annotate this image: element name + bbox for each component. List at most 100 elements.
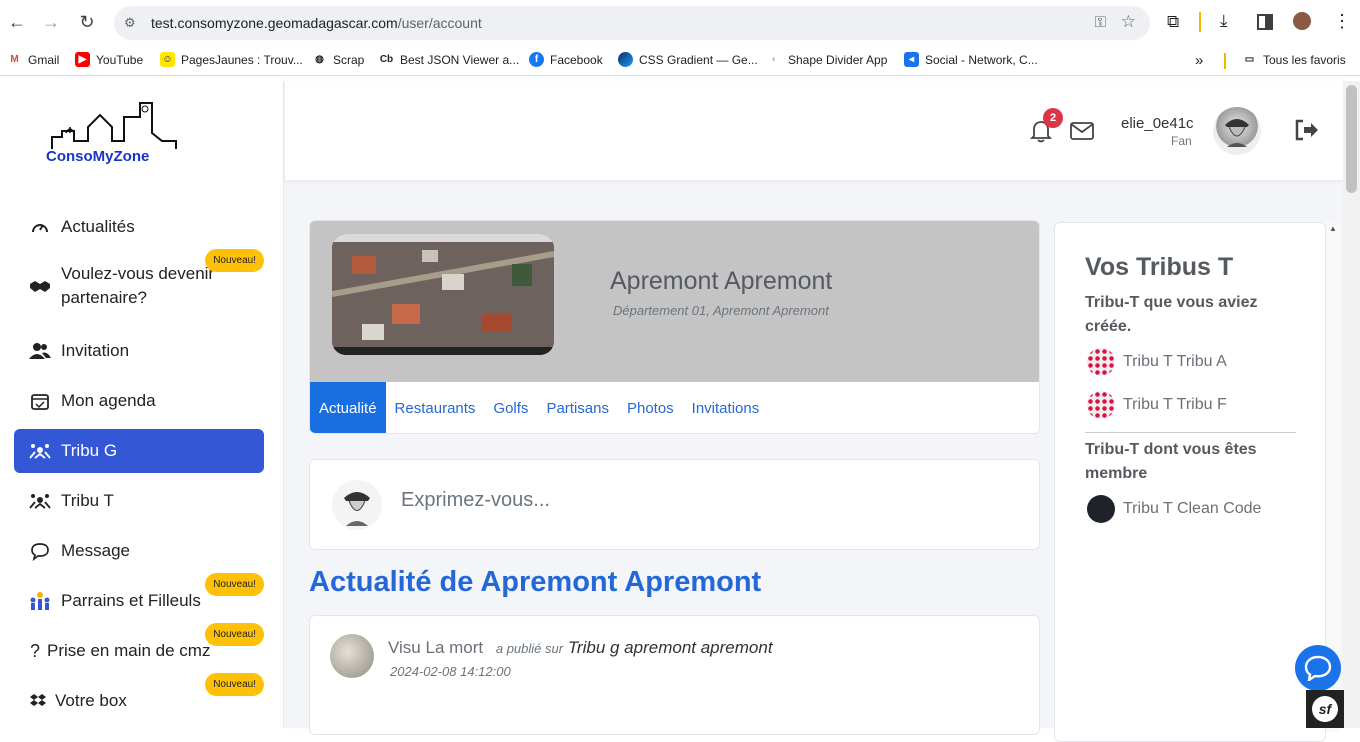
tribus-t-panel: Vos Tribus T Tribu-T que vous aviez créé… [1054, 222, 1326, 742]
more-bookmarks-icon[interactable]: » [1195, 52, 1203, 69]
tribu-avatar-icon [1087, 391, 1115, 419]
reload-icon[interactable]: ↻ [74, 9, 100, 35]
bookmark-label: PagesJaunes : Trouv... [181, 52, 303, 67]
bookmark-gmail[interactable]: M Gmail [7, 52, 59, 67]
bookmark-label: CSS Gradient — Ge... [639, 52, 758, 67]
logout-icon [1295, 119, 1318, 141]
tribu-entry-label: Tribu T Tribu F [1123, 396, 1227, 413]
member-tribu-item[interactable]: Tribu T Clean Code [1087, 495, 1261, 523]
sidebar-item-tribu-t[interactable]: Tribu T [14, 479, 264, 523]
sidebar-item-votre-box[interactable]: Votre box Nouveau! [14, 673, 264, 723]
composer-placeholder: Exprimez-vous... [401, 489, 550, 511]
extensions-icon[interactable]: ⧉ [1167, 12, 1179, 32]
bookmark-label: YouTube [96, 52, 144, 67]
notification-button[interactable]: 2 [1029, 108, 1063, 148]
feed-title: Actualité de Apremont Apremont [309, 566, 762, 598]
bookmarks-bar: M Gmail ▶ YouTube ☺ PagesJaunes : Trouv... … [0, 46, 1360, 76]
created-tribu-item[interactable]: Tribu T Tribu F [1087, 391, 1227, 419]
panel-title: Vos Tribus T [1085, 253, 1234, 281]
created-heading: Tribu-T que vous aviez créée. [1085, 294, 1258, 335]
bookmark-label: Best JSON Viewer a... [400, 52, 520, 67]
tab-golfs[interactable]: Golfs [484, 382, 537, 433]
bookmark-youtube[interactable]: ▶ YouTube [75, 52, 143, 67]
pagesjaunes-icon: ☺ [160, 52, 175, 67]
panel-divider [1085, 432, 1296, 433]
tribu-avatar-icon [1087, 495, 1115, 523]
new-badge: Nouveau! [205, 573, 264, 596]
sidebar-item-partenaire[interactable]: Voulez-vous devenir partenaire? Nouveau! [14, 249, 264, 317]
chat-fab[interactable] [1295, 645, 1341, 691]
consomyzone-logo[interactable]: ConsoMyZone [44, 97, 184, 165]
facebook-icon: f [529, 52, 544, 67]
sidebar-item-label: Actualités [61, 217, 135, 236]
logo-skyline-icon: ConsoMyZone [46, 102, 177, 165]
tab-photos[interactable]: Photos [618, 382, 683, 433]
bookmark-shape-divider[interactable]: ◐ Shape Divider App [767, 52, 887, 67]
side-panel-icon[interactable] [1257, 14, 1273, 30]
bookmark-json-viewer[interactable]: Cb Best JSON Viewer a... [379, 52, 519, 67]
site-info-icon[interactable]: ⚙ [124, 15, 136, 31]
feed-post: Visu La mort a publié sur Tribu g apremo… [309, 615, 1040, 735]
post-date: 2024-02-08 14:12:00 [390, 664, 511, 679]
menu-dots-icon[interactable]: ⋮ [1333, 11, 1351, 32]
sidebar-item-label: Tribu G [61, 441, 118, 460]
created-tribu-item[interactable]: Tribu T Tribu A [1087, 348, 1227, 376]
logout-button[interactable] [1294, 118, 1320, 147]
sidebar-item-actualites[interactable]: Actualités [14, 205, 264, 249]
page-scrollbar-thumb[interactable] [1346, 85, 1357, 193]
sidebar-item-agenda[interactable]: Mon agenda [14, 379, 264, 423]
bookmark-pagesjaunes[interactable]: ☺ PagesJaunes : Trouv... [160, 52, 303, 67]
key-icon[interactable]: ⚿ [1095, 14, 1106, 31]
profile-avatar-icon[interactable] [1293, 12, 1311, 30]
sidebar-item-prise-en-main[interactable]: ? Prise en main de cmz Nouveau! [14, 623, 264, 673]
social-icon: ◂ [904, 52, 919, 67]
bookmark-css-gradient[interactable]: CSS Gradient — Ge... [618, 52, 758, 67]
bookmark-facebook[interactable]: f Facebook [529, 52, 603, 67]
user-avatar[interactable] [1213, 107, 1261, 155]
post-author-avatar[interactable] [330, 634, 374, 678]
address-bar[interactable]: ⚙ test.consomyzone.geomadagascar.com/use… [114, 6, 1150, 40]
tribu-entry-label: Tribu T Clean Code [1123, 500, 1262, 517]
post-composer[interactable]: Exprimez-vous... [309, 459, 1040, 550]
bookmark-scrap[interactable]: ◍ Scrap [312, 52, 364, 67]
post-target[interactable]: Tribu g apremont apremont [568, 638, 773, 657]
tribu-banner: Apremont Apremont Département 01, Apremo… [310, 221, 1039, 382]
tab-actualite[interactable]: Actualité [310, 382, 386, 433]
tab-invitations[interactable]: Invitations [683, 382, 769, 433]
sidebar: ConsoMyZone Actualités Voulez-vous deven… [0, 81, 284, 728]
gauge-icon [29, 216, 51, 238]
css-gradient-icon [618, 52, 633, 67]
globe-icon: ◍ [315, 54, 324, 65]
new-badge: Nouveau! [205, 673, 264, 696]
svg-text:ConsoMyZone: ConsoMyZone [46, 148, 149, 165]
tribu-name: Apremont Apremont [610, 267, 833, 295]
tab-partisans[interactable]: Partisans [537, 382, 618, 433]
post-header: Visu La mort a publié sur Tribu g apremo… [388, 638, 773, 658]
star-icon[interactable]: ☆ [1121, 12, 1136, 32]
new-badge: Nouveau! [205, 249, 264, 272]
sidebar-item-label: Prise en main de cmz [47, 641, 211, 660]
post-author[interactable]: Visu La mort [388, 638, 483, 657]
sidebar-item-tribu-g[interactable]: Tribu G [14, 429, 264, 473]
sidebar-item-label: Tribu T [61, 491, 114, 510]
bookmark-social[interactable]: ◂ Social - Network, C... [904, 52, 1038, 67]
gmail-icon: M [10, 54, 19, 65]
handshake-icon [29, 275, 51, 297]
all-bookmarks[interactable]: ▭ Tous les favoris [1242, 52, 1346, 67]
dropbox-icon [29, 690, 47, 712]
tab-restaurants[interactable]: Restaurants [386, 382, 485, 433]
download-icon[interactable]: ⤓ [1220, 11, 1228, 31]
forward-icon[interactable]: → [38, 9, 64, 35]
sidebar-item-invitation[interactable]: Invitation [14, 329, 264, 373]
sidebar-item-message[interactable]: Message [14, 529, 264, 573]
back-icon[interactable]: ← [4, 9, 30, 35]
symfony-toolbar-icon[interactable]: sf [1306, 690, 1344, 728]
sidebar-item-parrains[interactable]: Parrains et Filleuls Nouveau! [14, 573, 264, 623]
tribe-icon [29, 490, 51, 512]
bookmark-label: Scrap [333, 52, 365, 67]
username: elie_0e41c [1121, 115, 1194, 132]
browser-toolbar: ← → ↻ ⚙ test.consomyzone.geomadagascar.c… [0, 0, 1360, 46]
folder-icon: ▭ [1244, 54, 1255, 65]
messages-button[interactable] [1070, 122, 1094, 145]
tribu-cover-image[interactable] [332, 234, 554, 355]
